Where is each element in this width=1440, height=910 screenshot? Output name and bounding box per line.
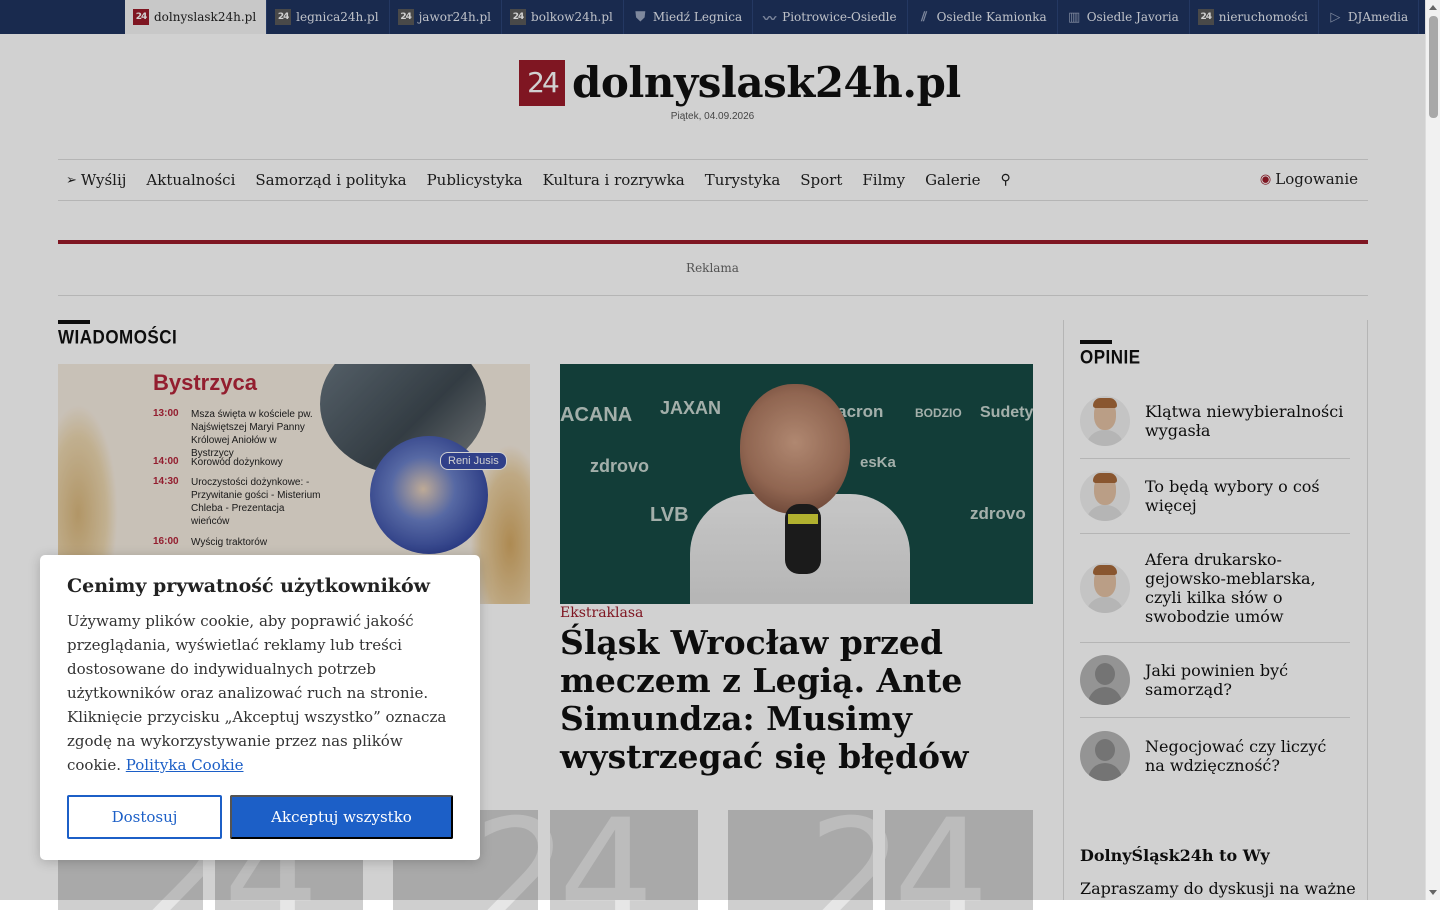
customize-button[interactable]: Dostosuj — [67, 795, 222, 839]
scroll-up-icon[interactable] — [1429, 5, 1437, 10]
cookie-body: Używamy plików cookie, aby poprawić jako… — [67, 612, 447, 774]
cookie-consent-dialog: Cenimy prywatność użytkowników Używamy p… — [40, 555, 480, 860]
accept-all-button[interactable]: Akceptuj wszystko — [230, 795, 453, 839]
cookie-policy-link[interactable]: Polityka Cookie — [126, 756, 244, 774]
scroll-down-icon[interactable] — [1429, 890, 1437, 895]
scroll-thumb[interactable] — [1429, 16, 1438, 118]
cookie-title: Cenimy prywatność użytkowników — [67, 575, 430, 597]
page-scrollbar[interactable] — [1425, 0, 1440, 900]
